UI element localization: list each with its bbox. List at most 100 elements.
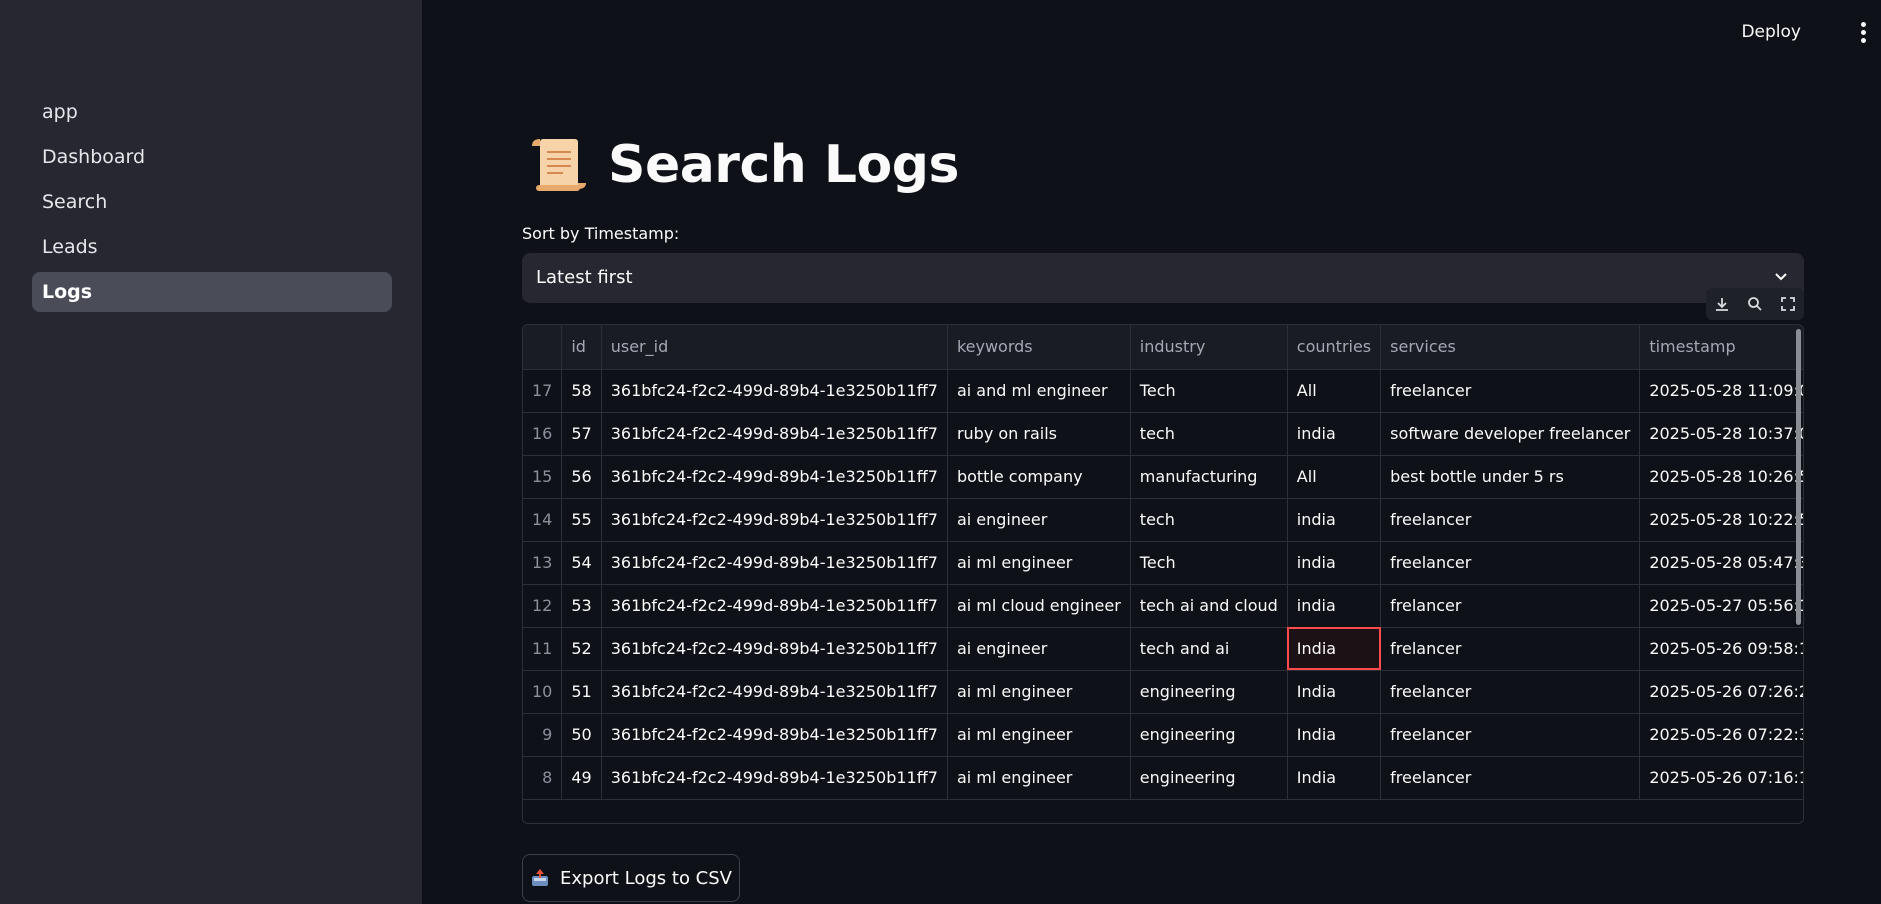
column-header-services[interactable]: services [1380,325,1641,370]
cell-user-id[interactable]: 361bfc24-f2c2-499d-89b4-1e3250b11ff7 [601,584,948,628]
cell-timestamp[interactable]: 2025-05-28 10:26:52 [1639,455,1803,499]
cell-countries[interactable]: india [1287,584,1382,628]
cell-timestamp[interactable]: 2025-05-28 10:22:50 [1639,498,1803,542]
cell-industry[interactable]: engineering [1130,670,1288,714]
cell-countries[interactable]: india [1287,541,1382,585]
fullscreen-icon[interactable] [1780,296,1796,312]
cell-id[interactable]: 50 [561,713,602,757]
cell-countries[interactable]: India [1287,627,1382,671]
cell-row-index[interactable]: 15 [523,455,563,499]
cell-industry[interactable]: engineering [1130,713,1288,757]
table-row[interactable]: 17 58 361bfc24-f2c2-499d-89b4-1e3250b11ff7… [523,369,1803,413]
cell-services[interactable]: software developer freelancer [1380,412,1641,456]
cell-services[interactable]: freelancer [1380,498,1641,542]
table-row[interactable]: 14 55 361bfc24-f2c2-499d-89b4-1e3250b11ff7… [523,498,1803,542]
table-row[interactable]: 15 56 361bfc24-f2c2-499d-89b4-1e3250b11ff7… [523,455,1803,499]
cell-user-id[interactable]: 361bfc24-f2c2-499d-89b4-1e3250b11ff7 [601,498,948,542]
cell-services[interactable]: freelancer [1380,369,1641,413]
cell-timestamp[interactable]: 2025-05-28 05:47:31 [1639,541,1803,585]
column-header-industry[interactable]: industry [1130,325,1288,370]
cell-keywords[interactable]: ruby on rails [947,412,1131,456]
cell-id[interactable]: 49 [561,756,602,800]
cell-timestamp[interactable]: 2025-05-27 05:56:13 [1639,584,1803,628]
cell-keywords[interactable]: ai ml cloud engineer [947,584,1131,628]
cell-user-id[interactable]: 361bfc24-f2c2-499d-89b4-1e3250b11ff7 [601,541,948,585]
sidebar-item-search[interactable]: Search [32,182,392,222]
cell-user-id[interactable]: 361bfc24-f2c2-499d-89b4-1e3250b11ff7 [601,756,948,800]
cell-countries[interactable]: All [1287,455,1382,499]
cell-industry[interactable]: tech and ai [1130,627,1288,671]
cell-row-index[interactable]: 17 [523,369,563,413]
cell-row-index[interactable]: 11 [523,627,563,671]
table-row[interactable]: 13 54 361bfc24-f2c2-499d-89b4-1e3250b11ff7… [523,541,1803,585]
cell-timestamp[interactable]: 2025-05-28 11:09:05 [1639,369,1803,413]
cell-timestamp[interactable]: 2025-05-26 07:16:12 [1639,756,1803,800]
download-icon[interactable] [1714,296,1730,312]
sidebar-item-leads[interactable]: Leads [32,227,392,267]
cell-timestamp[interactable]: 2025-05-26 09:58:19 [1639,627,1803,671]
cell-id[interactable]: 52 [561,627,602,671]
cell-keywords[interactable]: ai ml engineer [947,670,1131,714]
deploy-button[interactable]: Deploy [1741,22,1801,42]
cell-timestamp[interactable]: 2025-05-26 07:26:24 [1639,670,1803,714]
cell-services[interactable]: freelancer [1380,756,1641,800]
cell-industry[interactable]: manufacturing [1130,455,1288,499]
cell-keywords[interactable]: bottle company [947,455,1131,499]
table-row[interactable]: 9 50 361bfc24-f2c2-499d-89b4-1e3250b11ff7 a… [523,713,1803,757]
column-header-user-id[interactable]: user_id [601,325,948,370]
cell-user-id[interactable]: 361bfc24-f2c2-499d-89b4-1e3250b11ff7 [601,455,948,499]
cell-countries[interactable]: india [1287,412,1382,456]
cell-id[interactable]: 57 [561,412,602,456]
logs-table[interactable]: id user_id keywords industry countries s… [522,324,1804,824]
cell-keywords[interactable]: ai engineer [947,498,1131,542]
cell-row-index[interactable]: 8 [523,756,563,800]
column-header-countries[interactable]: countries [1287,325,1382,370]
cell-id[interactable]: 54 [561,541,602,585]
cell-industry[interactable]: Tech [1130,369,1288,413]
export-csv-button[interactable]: Export Logs to CSV [522,854,740,902]
vertical-scrollbar[interactable] [1796,329,1801,625]
cell-services[interactable]: freelancer [1380,713,1641,757]
cell-countries[interactable]: India [1287,756,1382,800]
kebab-menu-icon[interactable] [1861,22,1867,44]
cell-row-index[interactable]: 14 [523,498,563,542]
cell-countries[interactable]: India [1287,670,1382,714]
cell-user-id[interactable]: 361bfc24-f2c2-499d-89b4-1e3250b11ff7 [601,670,948,714]
cell-countries[interactable]: india [1287,498,1382,542]
cell-keywords[interactable]: ai engineer [947,627,1131,671]
table-row[interactable]: 11 52 361bfc24-f2c2-499d-89b4-1e3250b11ff7… [523,627,1803,671]
cell-row-index[interactable]: 10 [523,670,563,714]
sidebar-item-dashboard[interactable]: Dashboard [32,137,392,177]
cell-keywords[interactable]: ai ml engineer [947,756,1131,800]
column-header-id[interactable]: id [561,325,602,370]
cell-countries[interactable]: India [1287,713,1382,757]
cell-row-index[interactable]: 12 [523,584,563,628]
column-header-timestamp[interactable]: timestamp [1639,325,1803,370]
cell-timestamp[interactable]: 2025-05-28 10:37:00 [1639,412,1803,456]
sidebar-item-app[interactable]: app [32,92,392,132]
cell-services[interactable]: frelancer [1380,627,1641,671]
table-row[interactable]: 16 57 361bfc24-f2c2-499d-89b4-1e3250b11ff7… [523,412,1803,456]
cell-id[interactable]: 58 [561,369,602,413]
cell-user-id[interactable]: 361bfc24-f2c2-499d-89b4-1e3250b11ff7 [601,369,948,413]
cell-keywords[interactable]: ai and ml engineer [947,369,1131,413]
cell-keywords[interactable]: ai ml engineer [947,541,1131,585]
cell-industry[interactable]: tech [1130,498,1288,542]
cell-id[interactable]: 55 [561,498,602,542]
cell-row-index[interactable]: 9 [523,713,563,757]
column-header-keywords[interactable]: keywords [947,325,1131,370]
cell-id[interactable]: 53 [561,584,602,628]
cell-row-index[interactable]: 16 [523,412,563,456]
search-icon[interactable] [1747,296,1763,312]
cell-services[interactable]: freelancer [1380,541,1641,585]
sort-select[interactable]: Latest first [522,253,1804,303]
cell-services[interactable]: best bottle under 5 rs [1380,455,1641,499]
cell-services[interactable]: freelancer [1380,670,1641,714]
table-row[interactable]: 12 53 361bfc24-f2c2-499d-89b4-1e3250b11ff7… [523,584,1803,628]
cell-row-index[interactable]: 13 [523,541,563,585]
cell-countries[interactable]: All [1287,369,1382,413]
cell-keywords[interactable]: ai ml engineer [947,713,1131,757]
cell-id[interactable]: 51 [561,670,602,714]
cell-user-id[interactable]: 361bfc24-f2c2-499d-89b4-1e3250b11ff7 [601,627,948,671]
cell-user-id[interactable]: 361bfc24-f2c2-499d-89b4-1e3250b11ff7 [601,713,948,757]
